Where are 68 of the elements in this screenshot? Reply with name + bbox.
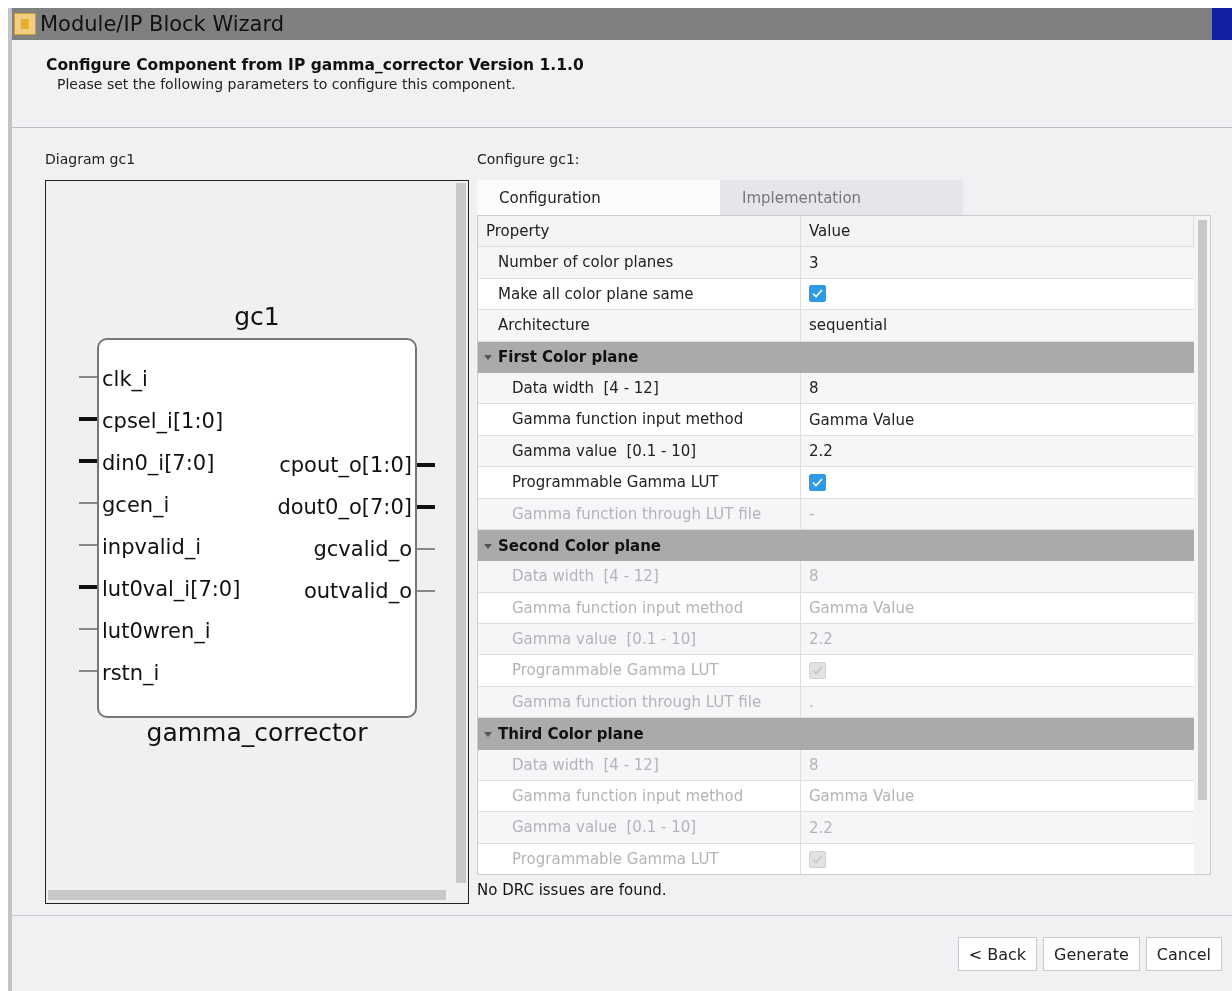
property-name: Gamma function input method bbox=[478, 592, 801, 624]
status-message: No DRC issues are found. bbox=[477, 881, 668, 899]
group-name: Second Color plane bbox=[498, 536, 662, 555]
column-header: Property bbox=[478, 216, 801, 247]
property-name: Number of color planes bbox=[478, 247, 801, 278]
checkbox[interactable] bbox=[809, 473, 826, 491]
property-value[interactable]: Gamma Value bbox=[809, 404, 915, 435]
triangle-down-icon[interactable] bbox=[484, 541, 492, 550]
property-name: Gamma value [0.1 - 10] bbox=[478, 812, 801, 843]
port-label: inpvalid_i bbox=[101, 534, 203, 562]
tab[interactable]: Configuration bbox=[477, 180, 720, 215]
module-name: gamma_corrector bbox=[146, 718, 368, 747]
group-row[interactable]: First Color plane bbox=[478, 341, 1194, 373]
app-icon bbox=[14, 13, 36, 35]
group-name: Third Color plane bbox=[498, 724, 644, 743]
instance-name: gc1 bbox=[234, 302, 280, 333]
port-label: rstn_i bbox=[101, 660, 161, 688]
window-title: Module/IP Block Wizard bbox=[40, 12, 286, 36]
header-title: Configure Component from IP gamma_corrector Version 1.1.0 bbox=[46, 56, 585, 74]
port-label: cpout_o[1:0] bbox=[278, 452, 413, 480]
property-name: Gamma function through LUT file bbox=[478, 686, 801, 718]
scrollbar[interactable] bbox=[1197, 220, 1207, 800]
property-value[interactable]: 8 bbox=[809, 373, 819, 404]
dialog-button[interactable]: Generate bbox=[1043, 937, 1140, 971]
property-name: Gamma function input method bbox=[478, 404, 801, 435]
property-value[interactable]: 3 bbox=[809, 247, 819, 278]
dialog-button[interactable]: < Back bbox=[957, 937, 1038, 971]
scrollbar[interactable] bbox=[456, 183, 466, 883]
port-label: dout0_o[7:0] bbox=[276, 494, 413, 522]
property-name: Programmable Gamma LUT bbox=[478, 655, 801, 686]
checkmark-icon bbox=[812, 666, 823, 676]
group-row[interactable]: Second Color plane bbox=[478, 529, 1194, 562]
header-subtitle: Please set the following parameters to configure this component. bbox=[56, 76, 517, 92]
column-header: Value bbox=[801, 216, 1194, 247]
diagram-label: Diagram gc1 bbox=[45, 150, 137, 169]
triangle-down-icon[interactable] bbox=[484, 353, 492, 362]
property-name: Gamma function through LUT file bbox=[478, 498, 801, 529]
group-row[interactable]: Third Color plane bbox=[478, 718, 1194, 750]
property-name: Data width [4 - 12] bbox=[478, 749, 801, 781]
port-label: din0_i[7:0] bbox=[101, 450, 216, 478]
configure-label: Configure gc1: bbox=[477, 150, 581, 169]
property-name: Gamma value [0.1 - 10] bbox=[478, 435, 801, 467]
group-name: First Color plane bbox=[498, 348, 639, 367]
checkmark-icon bbox=[812, 289, 823, 299]
property-name: Make all color plane same bbox=[478, 278, 801, 310]
dialog-button[interactable]: Cancel bbox=[1145, 937, 1222, 971]
property-name: Data width [4 - 12] bbox=[478, 372, 801, 404]
port-label: outvalid_o bbox=[302, 578, 413, 606]
port-label: lut0val_i[7:0] bbox=[101, 576, 242, 604]
port-label: lut0wren_i bbox=[101, 618, 212, 646]
port-label: clk_i bbox=[101, 366, 149, 394]
scrollbar[interactable] bbox=[48, 890, 446, 900]
property-name: Architecture bbox=[478, 310, 801, 341]
property-value[interactable]: 2.2 bbox=[809, 435, 833, 466]
property-name: Gamma function input method bbox=[478, 781, 801, 812]
property-name: Gamma value [0.1 - 10] bbox=[478, 624, 801, 655]
property-value[interactable]: sequential bbox=[809, 310, 888, 341]
property-name: Programmable Gamma LUT bbox=[478, 467, 801, 498]
checkbox[interactable] bbox=[809, 285, 826, 303]
checkmark-icon bbox=[812, 477, 823, 487]
checkmark-icon bbox=[812, 854, 823, 864]
triangle-down-icon[interactable] bbox=[484, 729, 492, 738]
port-label: cpsel_i[1:0] bbox=[101, 408, 225, 436]
port-label: gcvalid_o bbox=[312, 536, 413, 564]
property-name: Programmable Gamma LUT bbox=[478, 843, 801, 874]
tab[interactable]: Implementation bbox=[720, 180, 963, 215]
property-name: Data width [4 - 12] bbox=[478, 561, 801, 592]
port-label: gcen_i bbox=[101, 492, 171, 520]
